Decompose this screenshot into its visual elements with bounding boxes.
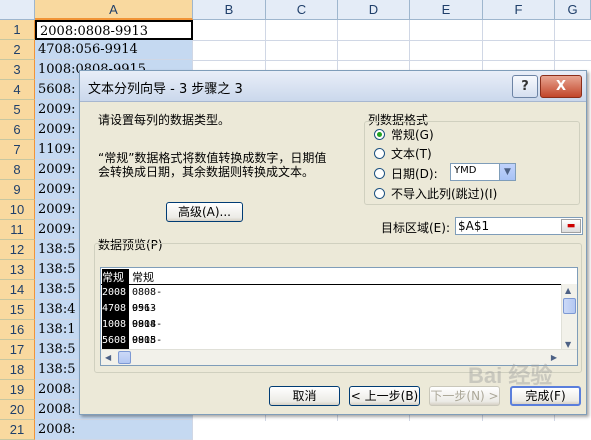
row-header[interactable]: 3	[0, 60, 35, 80]
preview-horizontal-scrollbar[interactable]: ◀ ▶	[101, 349, 577, 365]
row-header[interactable]: 19	[0, 380, 35, 400]
column-header-f[interactable]: F	[483, 0, 555, 20]
finish-button[interactable]: 完成(F)	[510, 386, 581, 406]
radio-skip[interactable]	[374, 188, 385, 199]
vertical-scroll-thumb[interactable]	[563, 298, 576, 314]
select-all-corner[interactable]	[0, 0, 35, 20]
description-line-2: 会转换成日期，其余数据则转换成文本。	[98, 165, 315, 179]
text-to-columns-dialog: 文本分列向导 - 3 步骤之 3 ? X 请设置每列的数据类型。 “常规”数据格…	[79, 70, 587, 415]
radio-general[interactable]	[374, 129, 385, 140]
radio-date[interactable]	[374, 168, 385, 179]
row-header[interactable]: 9	[0, 180, 35, 200]
row-header[interactable]: 7	[0, 140, 35, 160]
collapse-dialog-icon[interactable]: ▬	[561, 219, 581, 233]
radio-general-label[interactable]: 常规(G)	[391, 126, 434, 143]
scroll-right-icon[interactable]: ▶	[551, 353, 557, 362]
row-header[interactable]: 17	[0, 340, 35, 360]
row-header[interactable]: 20	[0, 400, 35, 420]
help-button[interactable]: ?	[512, 75, 538, 98]
dialog-title: 文本分列向导 - 3 步骤之 3	[88, 82, 243, 97]
preview-cell-col2: 0808-9915	[132, 319, 163, 346]
close-button[interactable]: X	[540, 75, 582, 98]
destination-input[interactable]: $A$1 ▬	[455, 217, 583, 235]
row-header[interactable]: 21	[0, 420, 35, 440]
cell-a[interactable]: 2008:0808-9913	[35, 20, 193, 40]
row-header[interactable]: 8	[0, 160, 35, 180]
destination-label: 目标区域(E):	[381, 221, 450, 235]
data-preview[interactable]: 常规 常规 2008 0808-9913 4708 056-9914 1008 0808-…	[100, 267, 578, 366]
preview-cell-col2: 056-9914	[132, 303, 157, 330]
radio-text[interactable]	[374, 148, 385, 159]
column-header-g[interactable]: G	[555, 0, 591, 20]
scroll-left-icon[interactable]: ◀	[105, 353, 111, 362]
row-header[interactable]: 6	[0, 120, 35, 140]
preview-cell-col1: 5608	[102, 333, 129, 349]
column-header-a[interactable]: A	[35, 0, 193, 20]
advanced-button[interactable]: 高级(A)...	[166, 202, 243, 222]
instruction-text: 请设置每列的数据类型。	[98, 113, 231, 127]
preview-vertical-scrollbar[interactable]: ▲ ▼	[561, 284, 577, 351]
radio-skip-label[interactable]: 不导入此列(跳过)(I)	[391, 185, 497, 202]
preview-cell-col2: 0808-9916	[132, 335, 163, 362]
radio-date-label[interactable]: 日期(D):	[391, 165, 438, 182]
preview-cell-col1: 4708	[102, 301, 129, 317]
column-header-b[interactable]: B	[193, 0, 266, 20]
cell-a[interactable]: 4708:056-9914	[35, 40, 193, 60]
row-header[interactable]: 15	[0, 300, 35, 320]
date-format-select[interactable]: YMD ▼	[450, 163, 516, 181]
dialog-titlebar[interactable]: 文本分列向导 - 3 步骤之 3 ? X	[80, 71, 586, 102]
row-header[interactable]: 13	[0, 260, 35, 280]
scroll-up-icon[interactable]: ▲	[565, 286, 571, 295]
preview-header: 常规 常规	[101, 268, 561, 285]
next-button[interactable]: 下一步(N) >	[429, 386, 500, 406]
preview-header-col1[interactable]: 常规	[102, 269, 129, 285]
cancel-button[interactable]: 取消	[269, 386, 340, 406]
back-button[interactable]: < 上一步(B)	[349, 386, 420, 406]
column-header-e[interactable]: E	[410, 0, 483, 20]
row-header[interactable]: 12	[0, 240, 35, 260]
destination-value: $A$1	[458, 219, 490, 233]
row-header[interactable]: 4	[0, 80, 35, 100]
scroll-down-icon[interactable]: ▼	[565, 340, 571, 349]
chevron-down-icon[interactable]: ▼	[499, 164, 515, 180]
column-header-c[interactable]: C	[266, 0, 338, 20]
radio-text-label[interactable]: 文本(T)	[391, 145, 432, 162]
horizontal-scroll-thumb[interactable]	[118, 351, 131, 364]
row-header[interactable]: 18	[0, 360, 35, 380]
row-header[interactable]: 14	[0, 280, 35, 300]
row-header[interactable]: 2	[0, 40, 35, 60]
cell-a[interactable]: 2008:	[35, 420, 193, 440]
preview-cell-col1: 2008	[102, 285, 129, 301]
date-format-value: YMD	[454, 165, 477, 176]
row-header[interactable]: 1	[0, 20, 35, 40]
row-header[interactable]: 11	[0, 220, 35, 240]
row-header[interactable]: 5	[0, 100, 35, 120]
row-header[interactable]: 16	[0, 320, 35, 340]
preview-header-col2[interactable]: 常规	[132, 269, 154, 285]
column-header-d[interactable]: D	[338, 0, 410, 20]
preview-cell-col2: 0808-9913	[132, 287, 163, 314]
preview-cell-col1: 1008	[102, 317, 129, 333]
row-header[interactable]: 10	[0, 200, 35, 220]
